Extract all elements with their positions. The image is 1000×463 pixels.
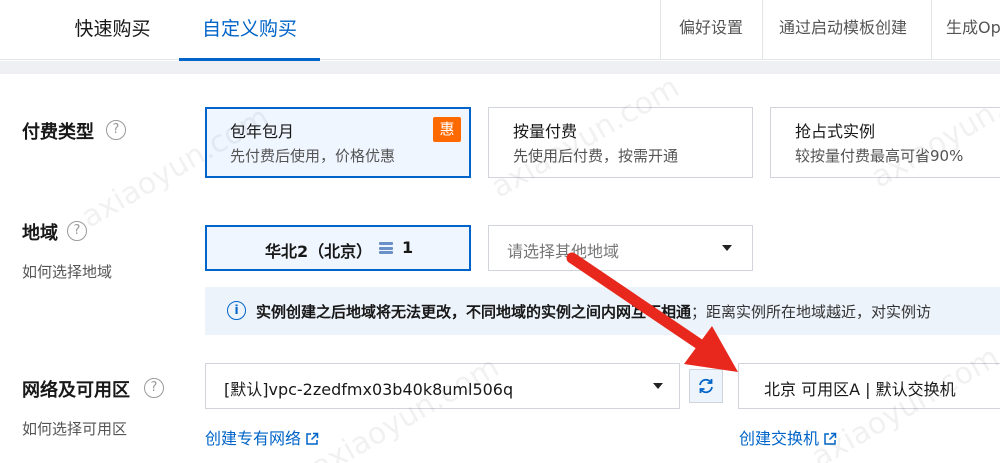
vpc-value: [默认]vpc-2zedfmx03b40k8uml506q bbox=[224, 380, 514, 399]
billing-option-title: 包年包月 bbox=[230, 122, 295, 141]
toolbar-divider bbox=[762, 0, 763, 60]
create-vpc-label: 创建专有网络 bbox=[205, 429, 302, 448]
how-to-choose-zone-link[interactable]: 如何选择可用区 bbox=[22, 418, 127, 439]
billing-option-desc: 先使用后付费，按需开通 bbox=[513, 147, 679, 165]
billing-option-title: 抢占式实例 bbox=[795, 122, 876, 141]
section-separator bbox=[0, 61, 1000, 74]
info-circle-icon: i bbox=[227, 301, 246, 320]
generate-openapi-button[interactable]: 生成Op bbox=[946, 0, 1000, 60]
zone-count: 1 bbox=[402, 238, 414, 257]
caret-down-icon bbox=[722, 245, 732, 251]
billing-option-spot-instance[interactable]: 抢占式实例 较按量付费最高可省90% bbox=[770, 107, 1000, 178]
template-create-button[interactable]: 通过启动模板创建 bbox=[779, 0, 907, 60]
help-circle-icon[interactable]: ? bbox=[144, 378, 164, 398]
vswitch-value: 北京 可用区A | 默认交换机 bbox=[764, 380, 956, 399]
preferences-button[interactable]: 偏好设置 bbox=[679, 0, 743, 60]
billing-option-subscription[interactable]: 包年包月 先付费后使用，价格优惠 惠 bbox=[205, 107, 471, 178]
create-vpc-link[interactable]: 创建专有网络 bbox=[205, 425, 319, 449]
top-tab-bar: 快速购买 自定义购买 偏好设置 通过启动模板创建 生成Op bbox=[0, 0, 1000, 61]
billing-option-pay-as-you-go[interactable]: 按量付费 先使用后付费，按需开通 bbox=[488, 107, 753, 178]
billing-option-title: 按量付费 bbox=[513, 122, 578, 141]
external-link-icon bbox=[306, 432, 319, 445]
billing-option-desc: 较按量付费最高可省90% bbox=[795, 147, 964, 165]
region-option-beijing[interactable]: 华北2（北京） 1 bbox=[205, 225, 471, 271]
region-label: 地域 bbox=[22, 223, 58, 244]
tab-quick-purchase[interactable]: 快速购买 bbox=[40, 0, 185, 60]
billing-option-desc: 先付费后使用，价格优惠 bbox=[230, 147, 396, 165]
region-notice-text: 实例创建之后地域将无法更改，不同地域的实例之间内网互不相通；距离实例所在地域越近… bbox=[256, 301, 931, 322]
help-circle-icon[interactable]: ? bbox=[106, 120, 126, 140]
region-notice-rest: ；距离实例所在地域越近，对实例访 bbox=[691, 303, 932, 321]
billing-type-label: 付费类型 bbox=[22, 122, 94, 143]
create-vswitch-label: 创建交换机 bbox=[739, 429, 820, 448]
zone-stack-icon bbox=[379, 242, 393, 254]
refresh-button[interactable] bbox=[689, 369, 723, 403]
how-to-choose-region-link[interactable]: 如何选择地域 bbox=[22, 261, 112, 282]
region-notice-bold: 实例创建之后地域将无法更改，不同地域的实例之间内网互不相通 bbox=[256, 303, 692, 321]
toolbar-divider bbox=[931, 0, 932, 60]
caret-down-icon bbox=[653, 383, 663, 389]
region-name: 华北2（北京） bbox=[265, 242, 373, 261]
other-region-select[interactable]: 请选择其他地域 bbox=[488, 225, 753, 271]
vpc-select[interactable]: [默认]vpc-2zedfmx03b40k8uml506q bbox=[205, 363, 680, 409]
refresh-icon bbox=[699, 378, 713, 394]
external-link-icon bbox=[824, 432, 837, 445]
create-vswitch-link[interactable]: 创建交换机 bbox=[739, 425, 837, 449]
toolbar-divider bbox=[660, 0, 661, 60]
vswitch-select[interactable]: 北京 可用区A | 默认交换机 bbox=[738, 363, 1000, 409]
region-notice-banner: i 实例创建之后地域将无法更改，不同地域的实例之间内网互不相通；距离实例所在地域… bbox=[205, 287, 1000, 335]
other-region-placeholder: 请选择其他地域 bbox=[507, 242, 620, 261]
discount-badge: 惠 bbox=[433, 117, 461, 142]
tab-custom-purchase[interactable]: 自定义购买 bbox=[179, 0, 320, 61]
help-circle-icon[interactable]: ? bbox=[67, 221, 87, 241]
network-zone-label: 网络及可用区 bbox=[22, 380, 130, 401]
